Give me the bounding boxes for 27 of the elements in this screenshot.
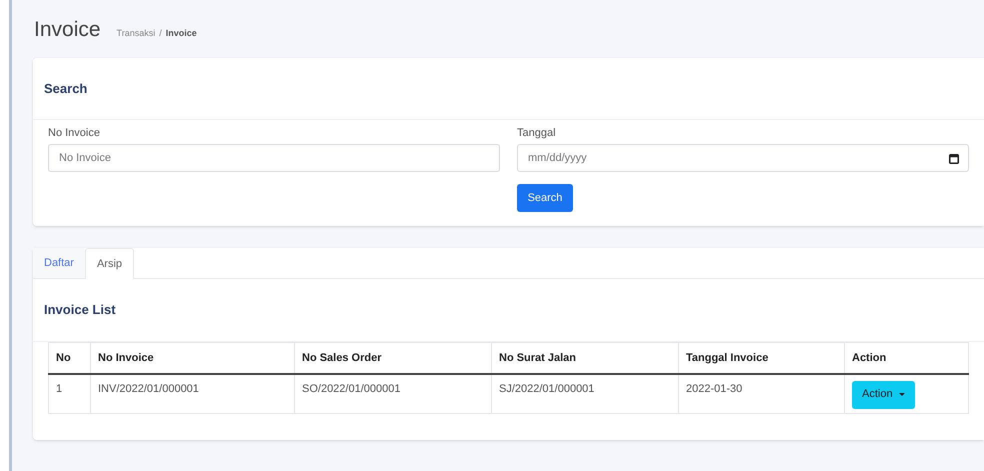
column-header: Action (844, 342, 968, 374)
caret-icon (898, 393, 905, 396)
column-header: Tanggal Invoice (678, 342, 844, 374)
table-cell: 2022-01-30 (678, 374, 844, 414)
search-button[interactable]: Search (517, 184, 573, 212)
column-header: No Invoice (90, 342, 294, 374)
tab[interactable]: Daftar (33, 248, 85, 278)
card-title: Search (44, 80, 88, 98)
breadcrumb-item[interactable]: Transaksi (116, 27, 156, 40)
table-cell: SJ/2022/01/000001 (492, 374, 678, 414)
table-cell: SO/2022/01/000001 (294, 374, 492, 414)
breadcrumb-separator: / (159, 27, 162, 40)
action-button[interactable]: Action (852, 380, 915, 408)
input-field[interactable]: No Invoice (48, 144, 500, 172)
column-header: No (48, 342, 90, 374)
field-label: Tanggal (517, 126, 557, 141)
calendar-icon[interactable] (949, 153, 959, 164)
field-label: No Invoice (48, 126, 101, 141)
tab[interactable]: Arsip (84, 248, 134, 279)
table-cell: 1 (48, 374, 90, 414)
page-title: Invoice (34, 17, 101, 43)
breadcrumb-item: Invoice (166, 27, 197, 40)
column-header: No Sales Order (294, 342, 492, 374)
card-title: Invoice List (44, 301, 116, 320)
column-header: No Surat Jalan (492, 342, 678, 374)
table-cell: INV/2022/01/000001 (90, 374, 294, 414)
date-field[interactable]: mm/dd/yyyy (517, 144, 969, 172)
